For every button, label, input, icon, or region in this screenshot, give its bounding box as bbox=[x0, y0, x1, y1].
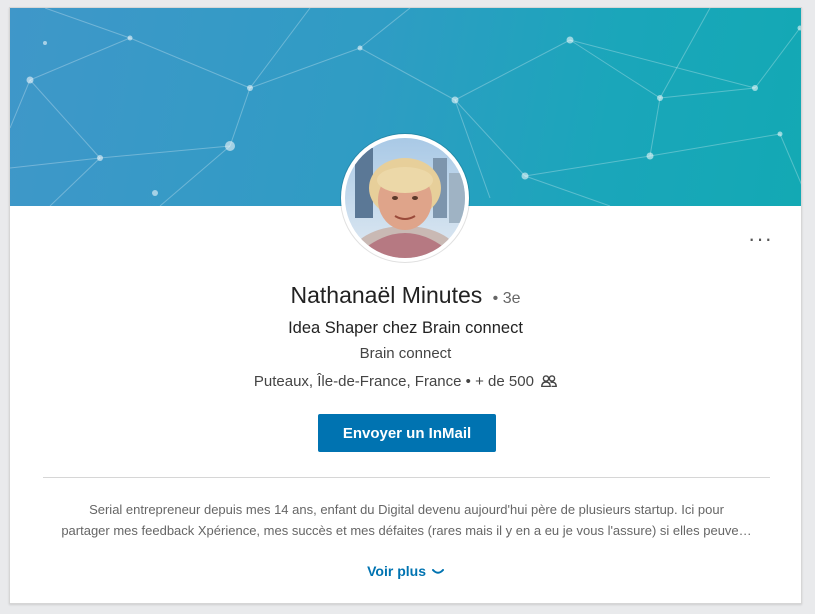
more-options-button[interactable]: ··· bbox=[748, 228, 773, 250]
profile-headline: Idea Shaper chez Brain connect bbox=[288, 319, 523, 337]
profile-company: Brain connect bbox=[359, 345, 452, 362]
profile-location: Puteaux, Île-de-France, France bbox=[253, 373, 462, 390]
separator-dot: • bbox=[465, 373, 471, 390]
profile-photo bbox=[345, 138, 465, 258]
people-icon bbox=[541, 375, 557, 388]
ellipsis-icon: ··· bbox=[748, 226, 773, 251]
see-more-label: Voir plus bbox=[367, 563, 426, 579]
summary-line: Serial entrepreneur depuis mes 14 ans, e… bbox=[89, 502, 724, 517]
profile-card: ··· Nathanaël Minutes • 3e Idea Shaper c… bbox=[9, 7, 802, 604]
divider bbox=[43, 477, 770, 478]
summary-line: partager mes feedback Xpérience, mes suc… bbox=[61, 523, 752, 538]
profile-name-row: Nathanaël Minutes • 3e bbox=[10, 282, 801, 309]
chevron-down-icon bbox=[431, 569, 444, 574]
profile-summary: Serial entrepreneur depuis mes 14 ans, e… bbox=[43, 499, 770, 541]
see-more-link[interactable]: Voir plus bbox=[10, 563, 801, 579]
profile-avatar[interactable] bbox=[341, 134, 469, 262]
send-inmail-button[interactable]: Envoyer un InMail bbox=[318, 414, 496, 452]
profile-name: Nathanaël Minutes bbox=[290, 282, 483, 308]
connections-count[interactable]: + de 500 bbox=[475, 373, 534, 390]
connection-degree: • 3e bbox=[492, 290, 521, 307]
location-row: Puteaux, Île-de-France, France • + de 50… bbox=[10, 373, 801, 390]
